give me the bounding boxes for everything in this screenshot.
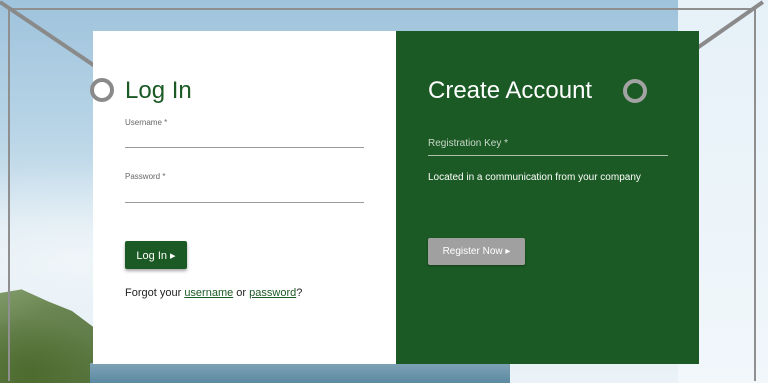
forgot-username-link[interactable]: username xyxy=(184,287,233,299)
login-panel: Log In Username * Password * Log In ▸ Fo… xyxy=(93,31,396,364)
forgot-credentials-text: Forgot your username or password? xyxy=(125,287,302,299)
login-title: Log In xyxy=(125,77,192,104)
login-button[interactable]: Log In ▸ xyxy=(125,241,187,269)
callout-dot-right xyxy=(623,79,647,103)
create-account-title: Create Account xyxy=(428,77,593,104)
registration-key-note: Located in a communication from your com… xyxy=(428,172,641,183)
create-account-panel: Create Account Registration Key * Locate… xyxy=(396,31,699,364)
forgot-password-link[interactable]: password xyxy=(249,287,296,299)
password-input[interactable] xyxy=(125,202,364,203)
username-label: Username * xyxy=(125,118,168,127)
registration-key-input[interactable] xyxy=(428,155,668,156)
register-now-button[interactable]: Register Now ▸ xyxy=(428,238,525,265)
callout-dot-left xyxy=(90,78,114,102)
password-label: Password * xyxy=(125,172,166,181)
forgot-suffix: ? xyxy=(296,287,303,299)
registration-key-label: Registration Key * xyxy=(428,138,509,149)
username-input[interactable] xyxy=(125,147,364,148)
forgot-or: or xyxy=(233,287,250,299)
forgot-prefix: Forgot your xyxy=(125,287,185,299)
